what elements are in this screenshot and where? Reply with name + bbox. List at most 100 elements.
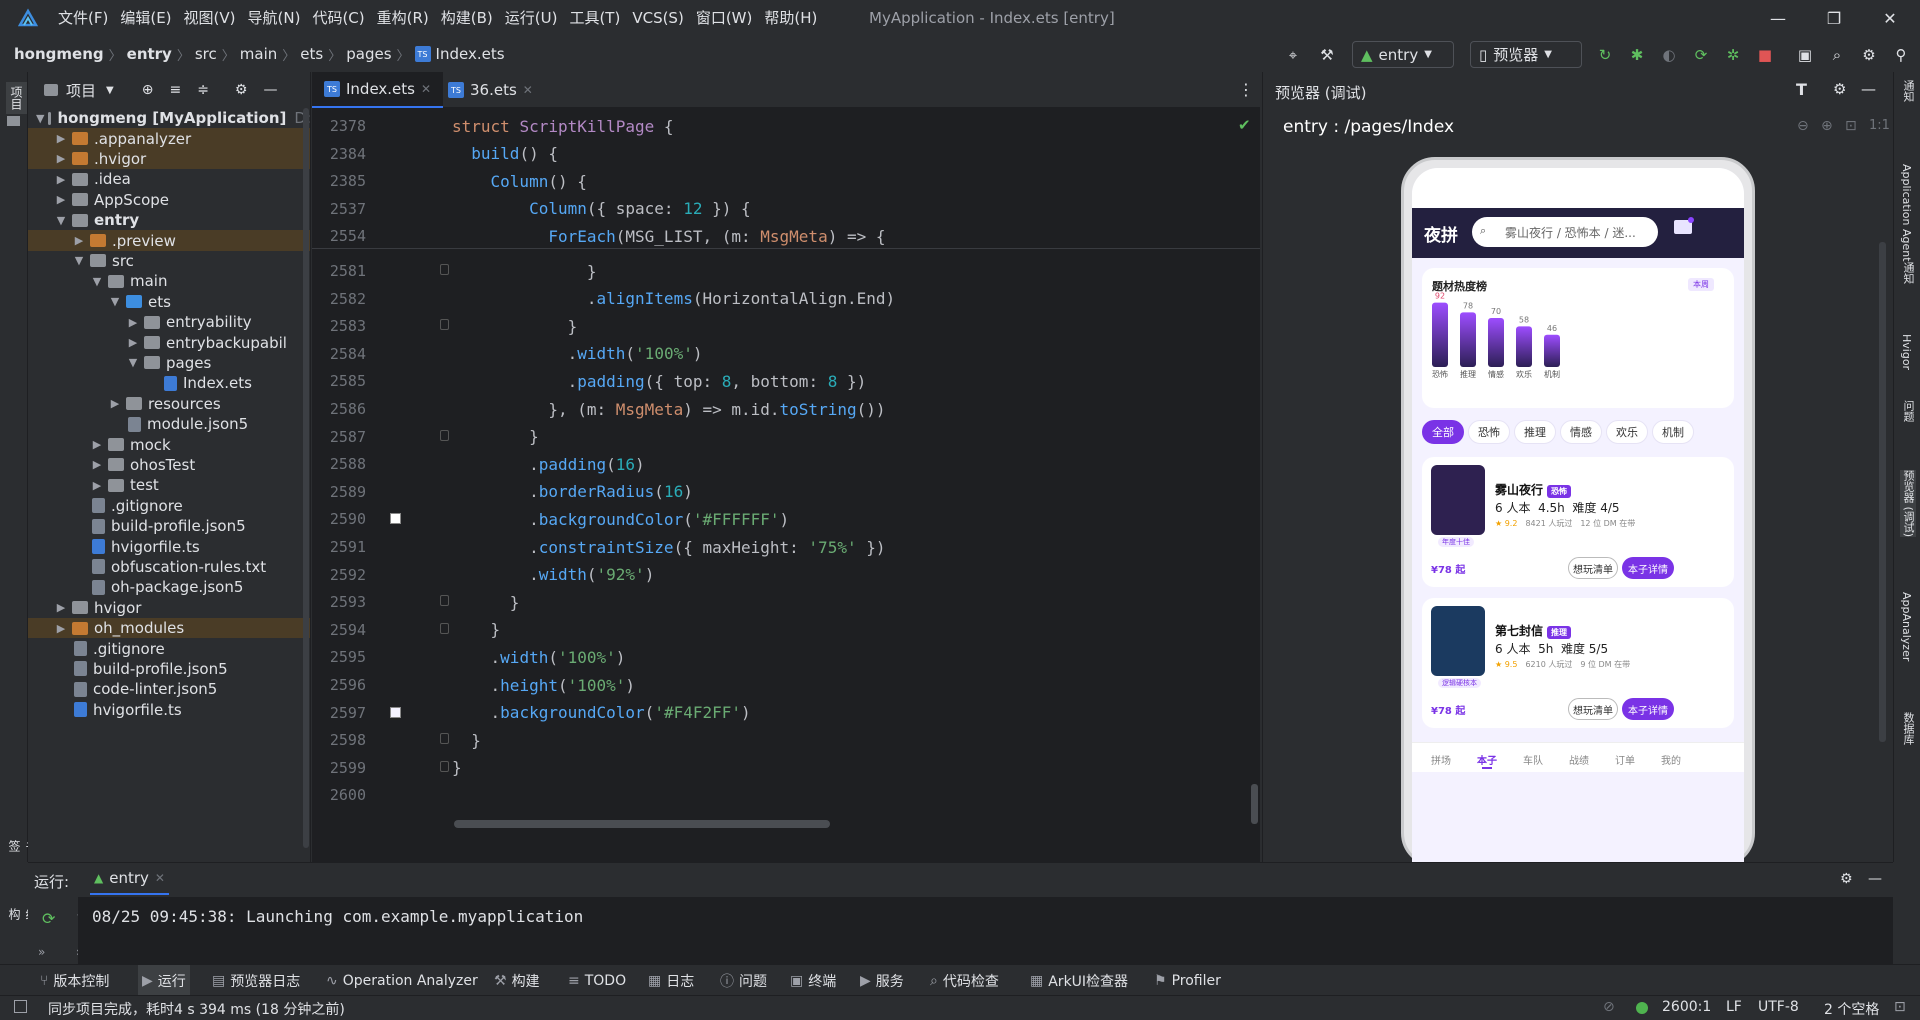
right-tool-tab[interactable]: Application Agent — [1900, 164, 1913, 262]
right-tool-tab[interactable]: 预览器 (调试) — [1900, 470, 1916, 538]
code-line[interactable]: 2537 Column({ space: 12 }) { — [312, 195, 1260, 223]
chevron-right-icon[interactable]: ▶ — [72, 234, 86, 247]
menu-item-0[interactable]: 文件(F) — [52, 0, 114, 36]
file-encoding[interactable]: UTF-8 — [1758, 999, 1799, 1015]
attach-debugger-icon[interactable]: ✲ — [1722, 44, 1744, 66]
editor-tab[interactable]: TS Index.ets ✕ — [312, 72, 444, 108]
menu-item-4[interactable]: 代码(C) — [306, 0, 370, 36]
wishlist-button[interactable]: 想玩清单 — [1568, 557, 1618, 579]
tree-item[interactable]: ▼ src — [28, 251, 310, 271]
zoom-in-icon[interactable]: ⊕ — [1821, 118, 1833, 134]
hide-panel-icon[interactable]: — — [263, 82, 277, 98]
code-line[interactable]: 2598 } — [312, 726, 1260, 754]
code-line[interactable]: 2591 .constraintSize({ maxHeight: '75%' … — [312, 533, 1260, 561]
rerun-icon[interactable]: ⟳ — [1690, 44, 1712, 66]
fold-icon[interactable] — [440, 733, 449, 745]
genre-chip[interactable]: 情感 — [1560, 420, 1602, 444]
bottom-tool-tab[interactable]: ≡ TODO — [568, 965, 626, 996]
project-scrollbar[interactable] — [303, 108, 309, 848]
device-selector[interactable]: ▯ 预览器 ▼ — [1470, 41, 1582, 68]
tree-item[interactable]: ▶ test — [28, 475, 310, 495]
breadcrumb-item[interactable]: hongmeng — [14, 45, 104, 63]
tree-item[interactable]: ▶ .appanalyzer — [28, 128, 310, 149]
code-line[interactable]: 2385 Column() { — [312, 167, 1260, 195]
code-line[interactable]: 2593 } — [312, 588, 1260, 616]
code-line[interactable]: 2585 .padding({ top: 8, bottom: 8 }) — [312, 367, 1260, 395]
tree-item[interactable]: ▶ .hvigor — [28, 148, 310, 170]
right-tool-tab[interactable]: Hvigor — [1900, 334, 1913, 370]
rerun-icon[interactable]: ⟳ — [42, 909, 55, 928]
menu-item-6[interactable]: 构建(B) — [435, 0, 499, 36]
debug-icon[interactable]: ✱ — [1626, 44, 1648, 66]
fold-icon[interactable] — [440, 319, 449, 331]
run-config-tab[interactable]: ▲ entry ✕ — [90, 863, 169, 895]
genre-chip[interactable]: 欢乐 — [1606, 420, 1648, 444]
script-detail-button[interactable]: 本子详情 — [1622, 698, 1674, 720]
code-line[interactable]: 2586 }, (m: MsgMeta) => m.id.toString()) — [312, 395, 1260, 423]
chevron-right-icon[interactable]: ▶ — [54, 622, 68, 635]
tree-item[interactable]: hvigorfile.ts — [28, 700, 310, 720]
gear-icon[interactable]: ⚙ — [1840, 871, 1853, 887]
bottom-tool-tab[interactable]: ⚒ 构建 — [494, 965, 540, 996]
code-line[interactable]: 2595 .width('100%') — [312, 643, 1260, 671]
font-size-icon[interactable]: T — [1796, 80, 1807, 99]
menu-item-7[interactable]: 运行(U) — [499, 0, 564, 36]
editor-vertical-scrollbar[interactable] — [1251, 784, 1258, 824]
editor-tab[interactable]: TS 36.ets ✕ — [436, 72, 545, 108]
locate-icon[interactable]: ⊕ — [142, 82, 154, 98]
tree-item[interactable]: obfuscation-rules.txt — [28, 557, 310, 577]
bottom-tool-tab[interactable]: ⚑ Profiler — [1154, 965, 1221, 996]
script-card[interactable]: 逻辑硬核本 第七封信 推理 6 人本 5h 难度 5/5 ★ 9.5 6210 人玩过 9 … — [1422, 598, 1734, 728]
menu-item-5[interactable]: 重构(R) — [371, 0, 435, 36]
chevron-right-icon[interactable]: ▶ — [90, 479, 104, 492]
bottom-tool-tab[interactable]: ⑂ 版本控制 — [40, 965, 109, 996]
breadcrumb-item[interactable]: ets — [300, 45, 323, 63]
close-tab-icon[interactable]: ✕ — [421, 82, 431, 96]
gear-icon[interactable]: ⚙ — [1833, 80, 1846, 98]
tree-item[interactable]: build-profile.json5 — [28, 659, 310, 679]
script-card[interactable]: 年度十佳 雾山夜行 恐怖 6 人本 4.5h 难度 4/5 ★ 9.2 8421 人玩过 1… — [1422, 457, 1734, 587]
expand-all-icon[interactable]: ≡ — [169, 82, 181, 98]
editor-horizontal-scrollbar[interactable] — [454, 820, 830, 828]
actual-size-icon[interactable]: 1:1 — [1869, 118, 1890, 133]
right-tool-tab[interactable]: 通知 — [1900, 262, 1916, 284]
preview-scrollbar[interactable] — [1879, 242, 1886, 742]
chevron-down-icon[interactable]: ▼ — [36, 112, 44, 125]
close-tab-icon[interactable]: ✕ — [523, 83, 533, 97]
menu-item-2[interactable]: 视图(V) — [178, 0, 242, 36]
wishlist-button[interactable]: 想玩清单 — [1568, 698, 1618, 720]
chevron-right-icon[interactable]: ▶ — [108, 397, 122, 410]
bottom-tool-tab[interactable]: ⌕ 代码检查 — [930, 965, 999, 996]
hide-panel-icon[interactable]: — — [1861, 80, 1876, 98]
status-toggle-icon[interactable] — [14, 1000, 27, 1013]
tree-item[interactable]: hvigorfile.ts — [28, 536, 310, 556]
tree-item[interactable]: ▶ entrybackupabil — [28, 332, 310, 352]
chevron-down-icon[interactable]: ▼ — [108, 295, 122, 308]
bottom-tool-tab[interactable]: ⓘ 问题 — [720, 965, 767, 996]
genre-chip[interactable]: 全部 — [1422, 420, 1464, 444]
code-line[interactable]: 2589 .borderRadius(16) — [312, 478, 1260, 506]
inspection-ok-icon[interactable]: ✔ — [1238, 116, 1251, 134]
gear-icon[interactable]: ⚙ — [1858, 44, 1880, 66]
bottom-nav-item[interactable]: 本子 — [1464, 752, 1510, 767]
code-line[interactable]: 2599} — [312, 754, 1260, 782]
chevron-down-icon[interactable]: ▼ — [54, 214, 68, 227]
menu-item-1[interactable]: 编辑(E) — [114, 0, 177, 36]
chevron-right-icon[interactable]: ▶ — [90, 458, 104, 471]
code-line[interactable]: 2582 .alignItems(HorizontalAlign.End) — [312, 285, 1260, 313]
chevron-right-icon[interactable]: ▶ — [54, 152, 68, 165]
tree-item[interactable]: .gitignore — [28, 638, 310, 658]
menu-item-8[interactable]: 工具(T) — [563, 0, 626, 36]
project-panel-title[interactable]: 项目 — [66, 80, 96, 101]
bottom-nav-item[interactable]: 战绩 — [1556, 752, 1602, 767]
bottom-nav-item[interactable]: 我的 — [1648, 752, 1694, 767]
tree-item[interactable]: ▼ pages — [28, 353, 310, 373]
hide-panel-icon[interactable]: — — [1868, 871, 1882, 887]
code-line[interactable]: 2596 .height('100%') — [312, 671, 1260, 699]
tree-item[interactable]: ▼ entry — [28, 210, 310, 230]
right-tool-tab[interactable]: AppAnalyzer — [1900, 592, 1913, 661]
bottom-tool-tab[interactable]: ▤ 预览器日志 — [212, 965, 300, 996]
right-tool-tab[interactable]: 问题 — [1900, 400, 1916, 422]
maximize-icon[interactable]: ❐ — [1812, 0, 1856, 36]
tree-item[interactable]: .gitignore — [28, 496, 310, 516]
